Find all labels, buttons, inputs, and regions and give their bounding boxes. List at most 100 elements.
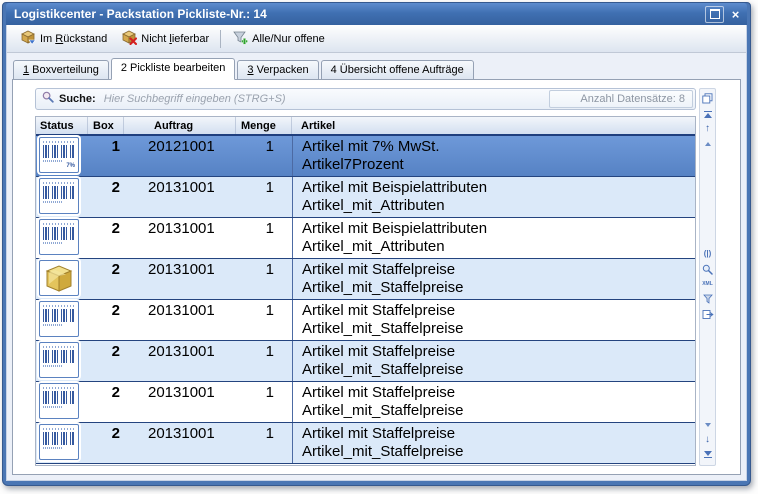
- status-icon-tile: [39, 301, 79, 337]
- menge-cell: 1: [236, 177, 292, 217]
- column-header-menge[interactable]: Menge: [236, 117, 292, 134]
- barcode-small-icon[interactable]: (|): [700, 248, 715, 261]
- tab-uebersicht-offene-auftraege[interactable]: 4 Übersicht offene Aufträge: [321, 60, 474, 80]
- zoom-icon[interactable]: [700, 263, 715, 276]
- export-icon[interactable]: [700, 308, 715, 321]
- scroll-top-icon[interactable]: [700, 107, 715, 120]
- copy-icon[interactable]: [700, 92, 715, 105]
- maximize-icon: [710, 9, 720, 19]
- column-header-status[interactable]: Status: [36, 117, 88, 134]
- alle-nur-offene-button[interactable]: Alle/Nur offene: [225, 26, 332, 51]
- column-header-artikel[interactable]: Artikel: [292, 117, 695, 134]
- table-row[interactable]: 2 20131001 1 Artikel mit Staffelpreise A…: [36, 382, 695, 423]
- tab-boxverteilung[interactable]: 1 Boxverteilung: [13, 60, 109, 80]
- status-icon-tile: [39, 342, 79, 378]
- tab-verpacken[interactable]: 3 Verpacken: [237, 60, 318, 80]
- barcode-icon: [43, 346, 75, 374]
- grid-side-strip: ↑ (|) XML: [699, 88, 716, 466]
- menge-cell: 1: [236, 136, 292, 176]
- record-count: Anzahl Datensätze: 8: [549, 90, 693, 108]
- box-cell: 2: [88, 423, 124, 463]
- status-cell: [36, 423, 88, 463]
- artikel-code: Artikel_mit_Staffelpreise: [302, 402, 695, 420]
- auftrag-cell: 20131001: [124, 177, 236, 217]
- artikel-code: Artikel_mit_Staffelpreise: [302, 279, 695, 297]
- page-down-icon[interactable]: ↓: [700, 433, 715, 446]
- status-cell: 7%: [36, 136, 88, 176]
- artikel-cell: Artikel mit Staffelpreise Artikel_mit_St…: [292, 423, 695, 463]
- artikel-code: Artikel_mit_Attributen: [302, 238, 695, 256]
- search-input[interactable]: [102, 92, 549, 106]
- titlebar[interactable]: Logistikcenter - Packstation Pickliste-N…: [6, 3, 747, 25]
- maximize-button[interactable]: [705, 6, 724, 23]
- artikel-cell: Artikel mit Staffelpreise Artikel_mit_St…: [292, 300, 695, 340]
- artikel-code: Artikel_mit_Attributen: [302, 197, 695, 215]
- tab-content-panel: Suche: Anzahl Datensätze: 8 Status Box A…: [12, 79, 741, 475]
- table-row[interactable]: 2 20131001 1 Artikel mit Beispielattribu…: [36, 177, 695, 218]
- barcode-icon: [43, 387, 75, 415]
- close-button[interactable]: ×: [727, 7, 744, 22]
- toolbar: Im Rückstand Nicht lieferbar: [7, 25, 746, 53]
- toolbar-separator: [220, 30, 221, 48]
- auftrag-cell: 20131001: [124, 218, 236, 258]
- pickliste-grid: Status Box Auftrag Menge Artikel 7% 1 20…: [35, 116, 696, 466]
- filter-funnel-plus-icon: [232, 29, 248, 48]
- barcode-icon: 7%: [43, 141, 75, 169]
- step-down-icon[interactable]: [700, 418, 715, 431]
- status-icon-tile: [39, 260, 79, 296]
- step-up-icon[interactable]: [700, 137, 715, 150]
- column-header-auftrag[interactable]: Auftrag: [124, 117, 236, 134]
- xml-export-icon[interactable]: XML: [700, 278, 715, 291]
- tab-pickliste-bearbeiten[interactable]: 2 Pickliste bearbeiten: [111, 58, 236, 80]
- menge-cell: 1: [236, 259, 292, 299]
- status-cell: [36, 300, 88, 340]
- filter-icon[interactable]: [700, 293, 715, 306]
- table-row[interactable]: 7% 1 20121001 1 Artikel mit 7% MwSt. Art…: [36, 136, 695, 177]
- page-up-icon[interactable]: ↑: [700, 122, 715, 135]
- not-deliverable-box-icon: [121, 29, 137, 48]
- table-row[interactable]: 2 20131001 1 Artikel mit Beispielattribu…: [36, 218, 695, 259]
- im-rueckstand-button[interactable]: Im Rückstand: [13, 26, 114, 51]
- artikel-name: Artikel mit Staffelpreise: [302, 302, 695, 320]
- app-window: Logistikcenter - Packstation Pickliste-N…: [2, 2, 751, 486]
- barcode-icon: [43, 428, 75, 456]
- auftrag-cell: 20121001: [124, 136, 236, 176]
- barcode-icon: [43, 182, 75, 210]
- table-row[interactable]: 2 20131001 1 Artikel mit Staffelpreise A…: [36, 423, 695, 464]
- barcode-icon: [43, 305, 75, 333]
- search-bar: Suche: Anzahl Datensätze: 8: [35, 88, 696, 110]
- table-row[interactable]: 2 20131001 1 Artikel mit Staffelpreise A…: [36, 300, 695, 341]
- box-cell: 1: [88, 136, 124, 176]
- status-icon-tile: [39, 383, 79, 419]
- status-cell: [36, 382, 88, 422]
- nicht-lieferbar-button[interactable]: Nicht lieferbar: [114, 26, 216, 51]
- box-cell: 2: [88, 177, 124, 217]
- status-icon-tile: [39, 219, 79, 255]
- package-icon: [42, 262, 76, 294]
- table-row[interactable]: 2 20131001 1 Artikel mit Staffelpreise A…: [36, 259, 695, 300]
- tab-strip: 1 Boxverteilung 2 Pickliste bearbeiten 3…: [7, 53, 746, 80]
- artikel-cell: Artikel mit Beispielattributen Artikel_m…: [292, 177, 695, 217]
- table-row[interactable]: 2 20131001 1 Artikel mit Staffelpreise A…: [36, 341, 695, 382]
- auftrag-cell: 20131001: [124, 382, 236, 422]
- menge-cell: 1: [236, 218, 292, 258]
- backlog-box-icon: [20, 29, 36, 48]
- grid-header: Status Box Auftrag Menge Artikel: [36, 117, 695, 136]
- artikel-name: Artikel mit Staffelpreise: [302, 343, 695, 361]
- artikel-cell: Artikel mit Staffelpreise Artikel_mit_St…: [292, 382, 695, 422]
- artikel-name: Artikel mit Staffelpreise: [302, 384, 695, 402]
- alle-nur-offene-label: Alle/Nur offene: [252, 33, 325, 45]
- status-cell: [36, 177, 88, 217]
- scroll-bottom-icon[interactable]: [700, 448, 715, 461]
- auftrag-cell: 20131001: [124, 300, 236, 340]
- grid-body: 7% 1 20121001 1 Artikel mit 7% MwSt. Art…: [36, 136, 695, 464]
- menge-cell: 1: [236, 341, 292, 381]
- status-icon-tile: [39, 424, 79, 460]
- status-cell: [36, 218, 88, 258]
- auftrag-cell: 20131001: [124, 423, 236, 463]
- menge-cell: 1: [236, 423, 292, 463]
- column-header-box[interactable]: Box: [88, 117, 124, 134]
- close-icon: ×: [732, 8, 740, 21]
- status-cell: [36, 259, 88, 299]
- box-cell: 2: [88, 382, 124, 422]
